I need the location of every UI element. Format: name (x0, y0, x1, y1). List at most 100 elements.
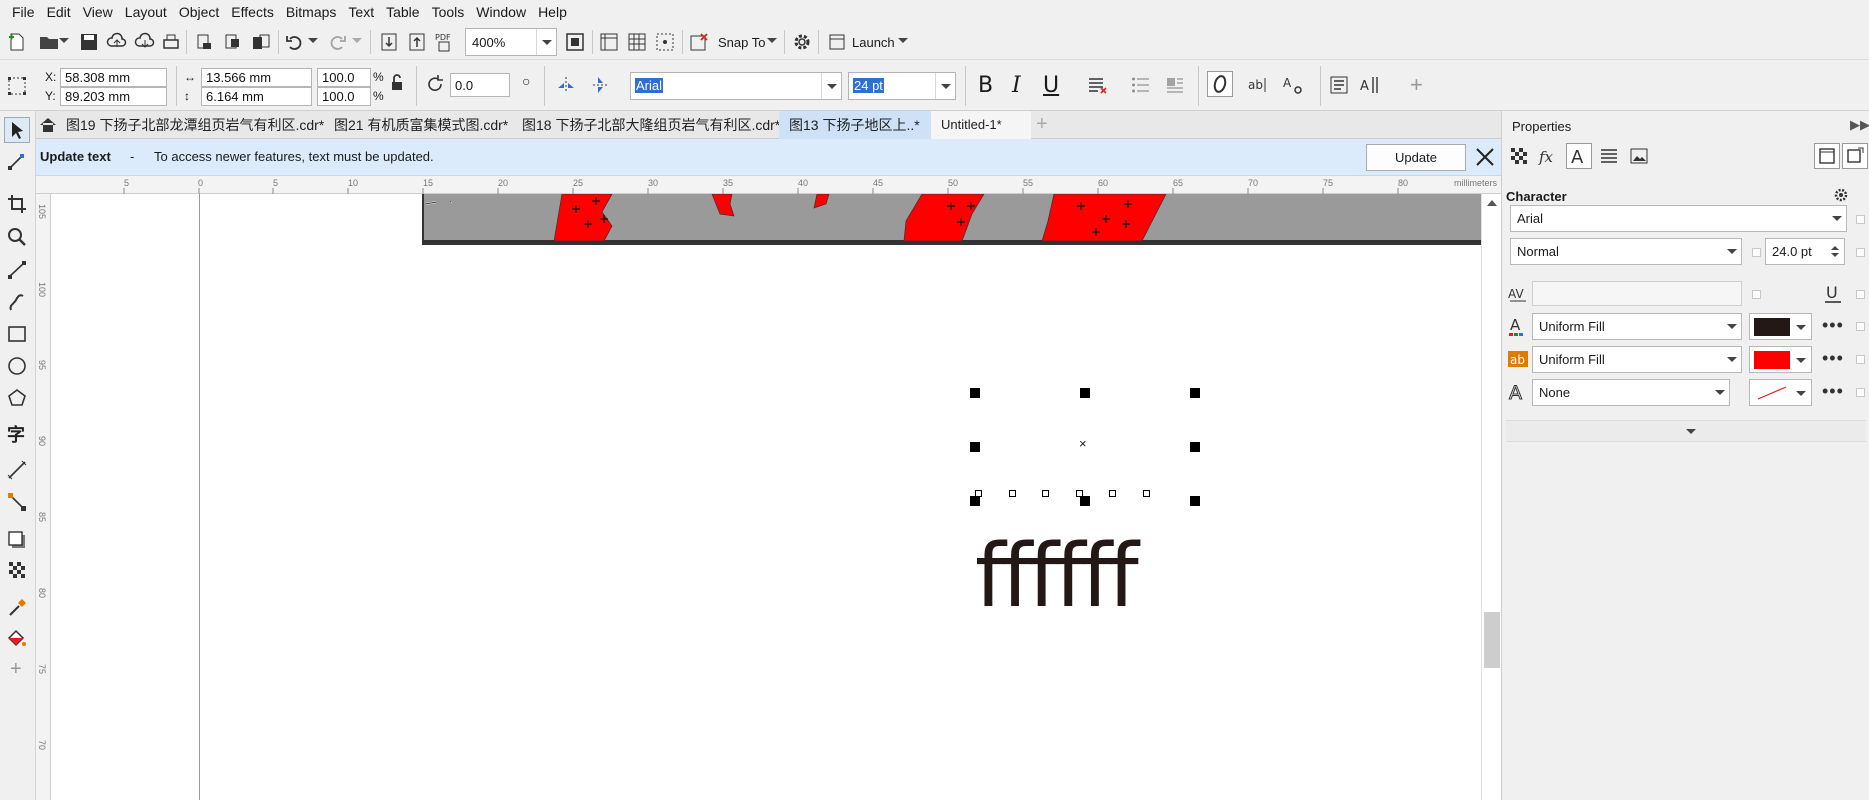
tab-document-18[interactable]: 图18 下扬子北部大隆组页岩气有利区.cdr* (512, 111, 790, 139)
underline-style-icon[interactable]: U (1822, 282, 1844, 304)
open-dropdown-icon[interactable] (59, 38, 69, 48)
tab-document-21[interactable]: 图21 有机质富集模式图.cdr* (324, 111, 518, 139)
node-handle[interactable] (1076, 490, 1083, 497)
rectangle-tool-icon[interactable] (4, 321, 30, 347)
font-family-combo[interactable]: Arial (630, 72, 842, 100)
y-position-input[interactable] (60, 87, 167, 106)
font-list-icon[interactable] (1207, 71, 1233, 97)
frame-tab-icon[interactable] (1626, 143, 1652, 169)
object-origin-icon[interactable] (4, 73, 30, 99)
text-tool-icon[interactable]: 字 (4, 421, 30, 447)
update-button[interactable]: Update (1366, 144, 1466, 171)
connector-tool-icon[interactable] (4, 489, 30, 515)
menu-bitmaps[interactable]: Bitmaps (280, 0, 343, 24)
crop-tool-icon[interactable] (4, 191, 30, 217)
new-tab-icon[interactable]: + (1036, 113, 1048, 136)
text-fill-more-icon[interactable]: ••• (1822, 316, 1844, 334)
font-size-combo[interactable]: 24 pt (848, 72, 956, 100)
export-arrow-icon[interactable] (404, 29, 430, 55)
text-fill-type-dropdown-icon[interactable] (1723, 314, 1741, 339)
outline-more-icon[interactable]: ••• (1822, 382, 1844, 400)
node-handle[interactable] (1143, 490, 1150, 497)
freehand-tool-icon[interactable] (4, 257, 30, 283)
collapse-docker-icon[interactable]: ▶▶ (1850, 117, 1869, 133)
selection-handle-ml[interactable] (970, 442, 980, 452)
mirror-horizontal-icon[interactable] (553, 72, 579, 98)
selection-handle-bm[interactable] (1080, 496, 1090, 506)
vertical-ruler[interactable]: 105 100 95 90 85 80 75 70 (36, 194, 51, 800)
panel-font-size-spinner[interactable]: 24.0 pt (1765, 238, 1845, 265)
underline-button[interactable]: U (1043, 73, 1059, 98)
redo-dropdown-icon[interactable] (352, 38, 362, 48)
x-position-input[interactable] (60, 68, 167, 87)
node-handle[interactable] (975, 490, 982, 497)
outline-checkbox[interactable] (1856, 388, 1865, 397)
ellipse-tool-icon[interactable] (4, 353, 30, 379)
text-object[interactable]: ffffff (975, 531, 1139, 621)
lock-ratio-icon[interactable] (386, 72, 408, 94)
show-guidelines-icon[interactable] (652, 29, 678, 55)
zoom-level-combo[interactable]: 400% (465, 28, 557, 56)
export-pdf-icon[interactable]: PDF (432, 29, 458, 55)
font-style-checkbox[interactable] (1752, 248, 1761, 257)
character-tab-icon[interactable]: A (1566, 143, 1592, 169)
drop-cap-icon[interactable] (1162, 72, 1188, 98)
menu-help[interactable]: Help (532, 0, 573, 24)
edit-text-icon[interactable]: ab (1245, 72, 1271, 98)
menu-text[interactable]: Text (342, 0, 380, 24)
italic-button[interactable]: I (1012, 73, 1021, 98)
outline-type-combo[interactable]: None (1532, 379, 1730, 406)
menu-layout[interactable]: Layout (119, 0, 173, 24)
expand-chevron-down-icon[interactable] (1686, 429, 1696, 434)
text-properties-icon[interactable]: A (1280, 72, 1306, 98)
save-icon[interactable] (76, 29, 102, 55)
panel-font-style-dropdown-icon[interactable] (1723, 239, 1741, 264)
zoom-dropdown-icon[interactable] (536, 29, 556, 55)
tab-untitled-1[interactable]: Untitled-1* (931, 111, 1031, 139)
selection-handle-tr[interactable] (1190, 388, 1200, 398)
selection-handle-mr[interactable] (1190, 442, 1200, 452)
transparency-tool-icon[interactable] (4, 557, 30, 583)
paragraph-tab-icon[interactable] (1596, 143, 1622, 169)
paragraph-text-frame-icon[interactable] (1326, 72, 1352, 98)
panel-font-style-combo[interactable]: Normal (1510, 238, 1742, 265)
export-icon[interactable] (220, 29, 246, 55)
snap-to-dropdown-icon[interactable] (767, 38, 777, 48)
vertical-text-icon[interactable]: A (1357, 72, 1383, 98)
effects-tab-icon[interactable]: fx (1536, 143, 1562, 169)
panel-font-family-dropdown-icon[interactable] (1828, 206, 1846, 231)
font-family-checkbox[interactable] (1856, 215, 1865, 224)
drawing-canvas[interactable]: ffffff × (36, 176, 1501, 800)
kerning-input[interactable] (1532, 281, 1742, 306)
fill-tab-icon[interactable] (1506, 143, 1532, 169)
add-toolbar-item-icon[interactable]: + (1410, 72, 1423, 98)
text-align-icon[interactable] (1084, 72, 1110, 98)
menu-table[interactable]: Table (380, 0, 425, 24)
drop-shadow-tool-icon[interactable] (4, 527, 30, 553)
undo-dropdown-icon[interactable] (308, 38, 318, 48)
redo-icon[interactable] (324, 29, 350, 55)
menu-object[interactable]: Object (173, 0, 225, 24)
kerning-checkbox[interactable] (1752, 290, 1761, 299)
cloud-upload-icon[interactable] (104, 29, 130, 55)
background-fill-type-combo[interactable]: Uniform Fill (1532, 346, 1742, 373)
bold-button[interactable]: B (978, 73, 993, 98)
full-screen-icon[interactable] (562, 29, 588, 55)
gear-icon[interactable] (789, 29, 815, 55)
menu-view[interactable]: View (77, 0, 119, 24)
interactive-fill-tool-icon[interactable] (4, 625, 30, 651)
publish-icon[interactable] (248, 29, 274, 55)
font-size-checkbox[interactable] (1856, 248, 1865, 257)
character-settings-gear-icon[interactable] (1833, 187, 1849, 203)
node-handle[interactable] (1042, 490, 1049, 497)
zoom-tool-icon[interactable] (4, 224, 30, 250)
background-fill-type-dropdown-icon[interactable] (1723, 347, 1741, 372)
selection-handle-br[interactable] (1190, 496, 1200, 506)
outline-color-picker[interactable] (1749, 379, 1812, 406)
launch-label[interactable]: Launch (852, 35, 895, 50)
menu-effects[interactable]: Effects (225, 0, 280, 24)
object-view-icon[interactable] (1842, 143, 1868, 169)
show-grid-icon[interactable] (624, 29, 650, 55)
menu-tools[interactable]: Tools (426, 0, 471, 24)
menu-window[interactable]: Window (470, 0, 532, 24)
